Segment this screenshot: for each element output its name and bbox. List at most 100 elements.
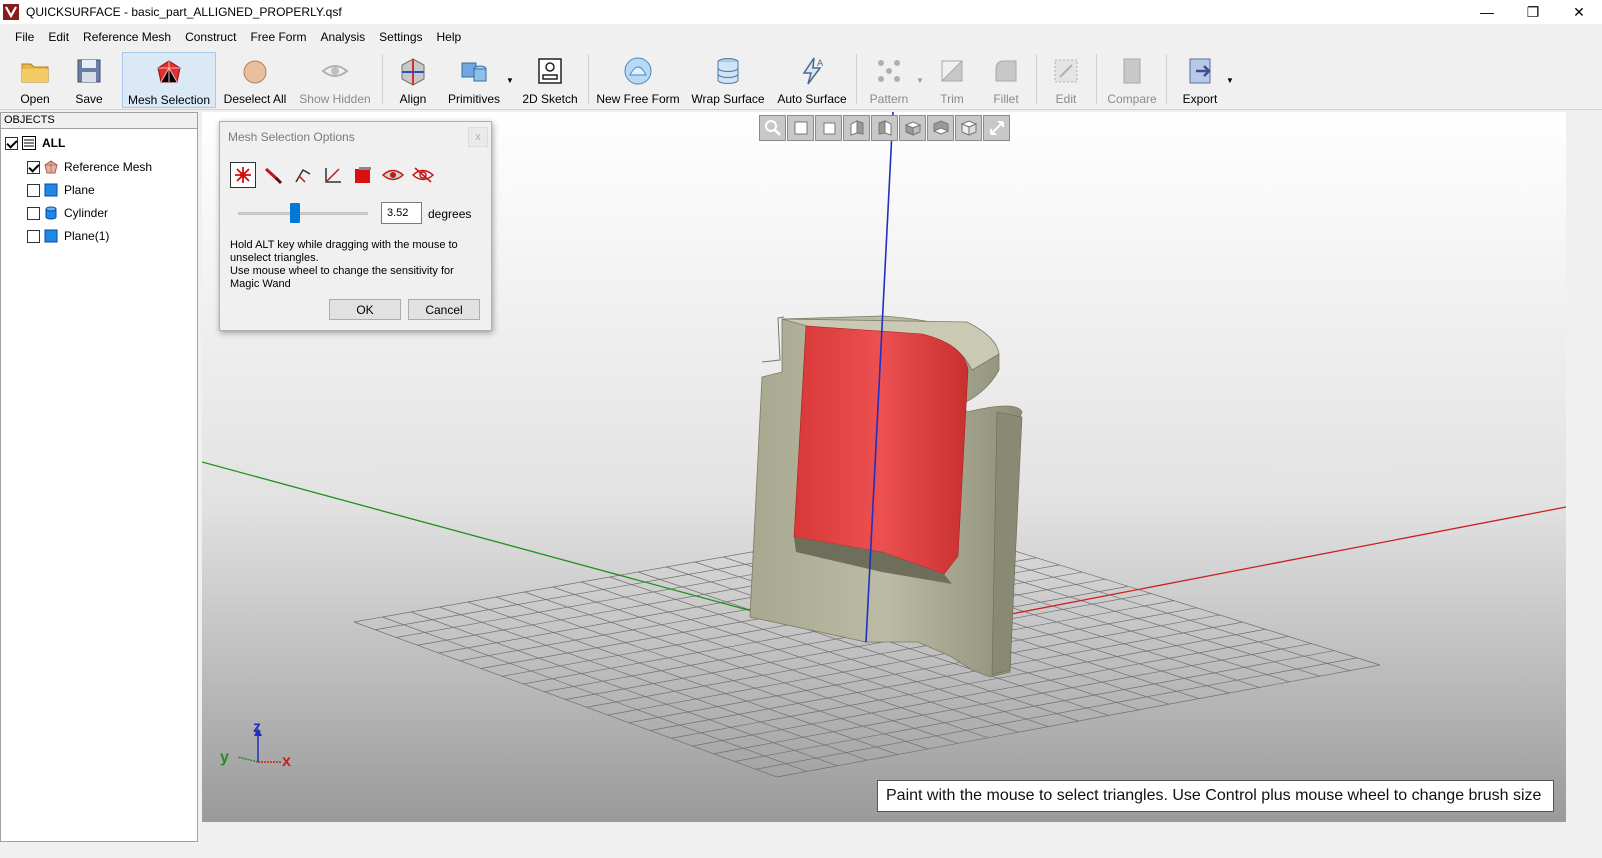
view-right-button[interactable]: [871, 115, 898, 141]
toolbar-separator: [1096, 54, 1097, 104]
trim-icon: [940, 59, 963, 82]
align-button[interactable]: Align: [392, 52, 434, 108]
checkbox[interactable]: [27, 229, 40, 243]
tree-item-label: Cylinder: [64, 206, 109, 220]
lightning-icon: A: [802, 57, 824, 85]
export-button[interactable]: Export: [1178, 52, 1222, 108]
box-select-tool[interactable]: [350, 162, 376, 188]
angle-icon: [325, 168, 341, 183]
reference-mesh-part: [749, 315, 1023, 678]
sensitivity-slider-track[interactable]: [238, 212, 368, 215]
fillet-icon: [995, 60, 1017, 82]
zoom-fit-button[interactable]: [759, 115, 786, 141]
menu-edit[interactable]: Edit: [41, 30, 76, 44]
deselect-all-icon: [243, 60, 267, 84]
hide-selected-tool[interactable]: [380, 162, 406, 188]
pattern-button[interactable]: Pattern: [866, 52, 912, 108]
menu-bar: File Edit Reference Mesh Construct Free …: [0, 26, 468, 48]
sensitivity-slider-thumb[interactable]: [290, 203, 301, 223]
checkbox[interactable]: [5, 136, 18, 150]
checkbox[interactable]: [27, 160, 40, 174]
toolbar-separator: [588, 54, 589, 104]
compare-icon: [1123, 58, 1141, 84]
new-free-form-button[interactable]: New Free Form: [596, 52, 680, 108]
close-button[interactable]: ✕: [1556, 0, 1602, 24]
tree-item-reference-mesh[interactable]: Reference Mesh: [27, 157, 152, 177]
checkbox[interactable]: [27, 183, 40, 197]
cube-back-icon: [823, 122, 835, 135]
checkbox[interactable]: [27, 206, 40, 220]
menu-reference-mesh[interactable]: Reference Mesh: [76, 30, 178, 44]
menu-settings[interactable]: Settings: [372, 30, 429, 44]
tree-item-plane-1[interactable]: Plane(1): [27, 226, 109, 246]
cube-iso-icon: [960, 120, 977, 136]
wrap-surface-icon: [717, 58, 739, 84]
cube-bottom-icon: [932, 120, 949, 135]
primitives-icon: [461, 62, 487, 82]
tree-item-label: Plane: [64, 183, 95, 197]
degrees-input[interactable]: 3.52: [381, 202, 422, 224]
menu-file[interactable]: File: [8, 30, 41, 44]
menu-free-form[interactable]: Free Form: [243, 30, 313, 44]
menu-analysis[interactable]: Analysis: [313, 30, 372, 44]
view-bottom-button[interactable]: [927, 115, 954, 141]
view-front-button[interactable]: [787, 115, 814, 141]
menu-help[interactable]: Help: [430, 30, 469, 44]
trim-button[interactable]: Trim: [934, 52, 970, 108]
eye-slash-icon: [411, 167, 435, 183]
compare-button[interactable]: Compare: [1106, 52, 1158, 108]
magic-wand-tool[interactable]: [230, 162, 256, 188]
menu-construct[interactable]: Construct: [178, 30, 243, 44]
brush-tool[interactable]: [260, 162, 286, 188]
window-title: QUICKSURFACE - basic_part_ALLIGNED_PROPE…: [26, 5, 342, 19]
view-left-button[interactable]: [843, 115, 870, 141]
view-fullscreen-button[interactable]: [983, 115, 1010, 141]
expand-icon: [989, 121, 1004, 135]
tree-item-label: Plane(1): [64, 229, 110, 243]
list-icon: [22, 136, 36, 150]
save-button[interactable]: Save: [66, 52, 112, 108]
open-button[interactable]: Open: [12, 52, 58, 108]
view-back-button[interactable]: [815, 115, 842, 141]
objects-panel: OBJECTS ALL Reference Mesh Plane Cylinde…: [0, 112, 198, 842]
tree-item-all[interactable]: ALL: [5, 133, 65, 153]
minimize-button[interactable]: —: [1464, 0, 1510, 24]
show-hidden-button[interactable]: Show Hidden: [298, 52, 372, 108]
restore-button[interactable]: ❐: [1510, 0, 1556, 24]
cube-right-icon: [878, 120, 891, 136]
cancel-button[interactable]: Cancel: [408, 299, 480, 320]
export-dropdown-icon[interactable]: ▼: [1226, 76, 1234, 85]
align-icon: [401, 58, 425, 86]
toolbar-separator: [1166, 54, 1167, 104]
ok-button[interactable]: OK: [329, 299, 401, 320]
mesh-icon: [44, 160, 58, 174]
deselect-all-button[interactable]: Deselect All: [224, 52, 286, 108]
2d-sketch-button[interactable]: 2D Sketch: [522, 52, 578, 108]
wrap-surface-button[interactable]: Wrap Surface: [690, 52, 766, 108]
view-iso-button[interactable]: [955, 115, 982, 141]
mesh-selection-options-dialog: Mesh Selection Options x 3.52 degrees Ho…: [219, 121, 492, 331]
axis-y-label: y: [220, 749, 229, 766]
help-text: Hold ALT key while dragging with the mou…: [230, 239, 486, 291]
tree-item-plane[interactable]: Plane: [27, 180, 95, 200]
edit-button[interactable]: Edit: [1046, 52, 1086, 108]
dialog-close-button[interactable]: x: [468, 127, 488, 147]
mesh-selection-button[interactable]: Mesh Selection: [122, 52, 216, 108]
primitives-button[interactable]: Primitives: [448, 52, 500, 108]
tree-item-cylinder[interactable]: Cylinder: [27, 203, 108, 223]
auto-surface-button[interactable]: A Auto Surface: [776, 52, 848, 108]
view-top-button[interactable]: [899, 115, 926, 141]
angle-tool[interactable]: [320, 162, 346, 188]
fillet-button[interactable]: Fillet: [986, 52, 1026, 108]
show-hidden-tool[interactable]: [410, 162, 436, 188]
lasso-tool[interactable]: [290, 162, 316, 188]
mesh-selection-icon: [157, 60, 181, 83]
view-toolbar: [759, 115, 1010, 141]
pattern-dropdown-icon[interactable]: ▼: [916, 76, 924, 85]
help-line-2: Use mouse wheel to change the sensitivit…: [230, 265, 454, 290]
folder-icon: [21, 63, 49, 83]
main-toolbar: Open Save Mesh Selection Deselect All Sh…: [0, 50, 1602, 110]
primitives-dropdown-icon[interactable]: ▼: [506, 76, 514, 85]
cylinder-icon: [45, 206, 57, 220]
selection-tools: [230, 162, 436, 188]
